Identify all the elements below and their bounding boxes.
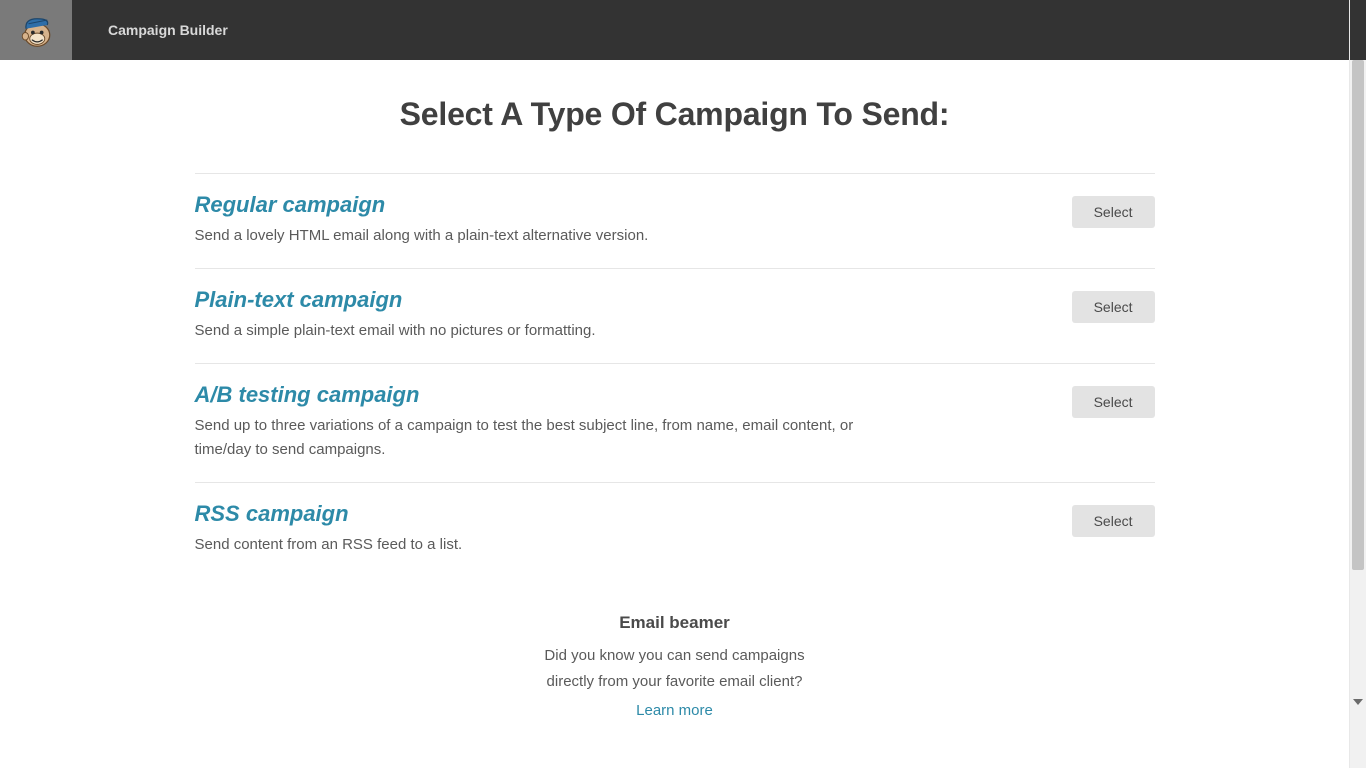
option-ab-testing-campaign: A/B testing campaign Send up to three va… [195,363,1155,482]
mailchimp-logo-icon [16,10,56,50]
option-plaintext-campaign: Plain-text campaign Send a simple plain-… [195,268,1155,363]
select-rss-button[interactable]: Select [1072,505,1155,537]
beamer-line1: Did you know you can send campaigns [544,647,804,664]
page-title: Select A Type Of Campaign To Send: [195,96,1155,133]
select-abtesting-button[interactable]: Select [1072,386,1155,418]
option-regular-campaign: Regular campaign Send a lovely HTML emai… [195,173,1155,268]
option-desc: Send up to three variations of a campaig… [195,414,895,462]
beamer-line2: directly from your favorite email client… [547,673,803,690]
option-title-plaintext[interactable]: Plain-text campaign [195,287,1032,313]
scroll-down-arrow-icon[interactable] [1350,693,1366,710]
beamer-learn-more-link[interactable]: Learn more [636,698,713,724]
top-header: Campaign Builder [0,0,1349,60]
beamer-title: Email beamer [195,613,1155,633]
vertical-scrollbar[interactable] [1349,0,1366,768]
scrollbar-header-gap [1350,0,1366,60]
option-title-rss[interactable]: RSS campaign [195,501,1032,527]
logo-box[interactable] [0,0,72,60]
email-beamer-section: Email beamer Did you know you can send c… [195,577,1155,724]
select-regular-button[interactable]: Select [1072,196,1155,228]
breadcrumb[interactable]: Campaign Builder [108,22,228,38]
option-rss-campaign: RSS campaign Send content from an RSS fe… [195,482,1155,577]
option-desc: Send a lovely HTML email along with a pl… [195,224,895,248]
option-desc: Send content from an RSS feed to a list. [195,533,895,557]
option-title-abtesting[interactable]: A/B testing campaign [195,382,1032,408]
select-plaintext-button[interactable]: Select [1072,291,1155,323]
option-title-regular[interactable]: Regular campaign [195,192,1032,218]
option-desc: Send a simple plain-text email with no p… [195,319,895,343]
page-body: Select A Type Of Campaign To Send: Regul… [0,60,1349,768]
scroll-thumb[interactable] [1352,60,1364,570]
